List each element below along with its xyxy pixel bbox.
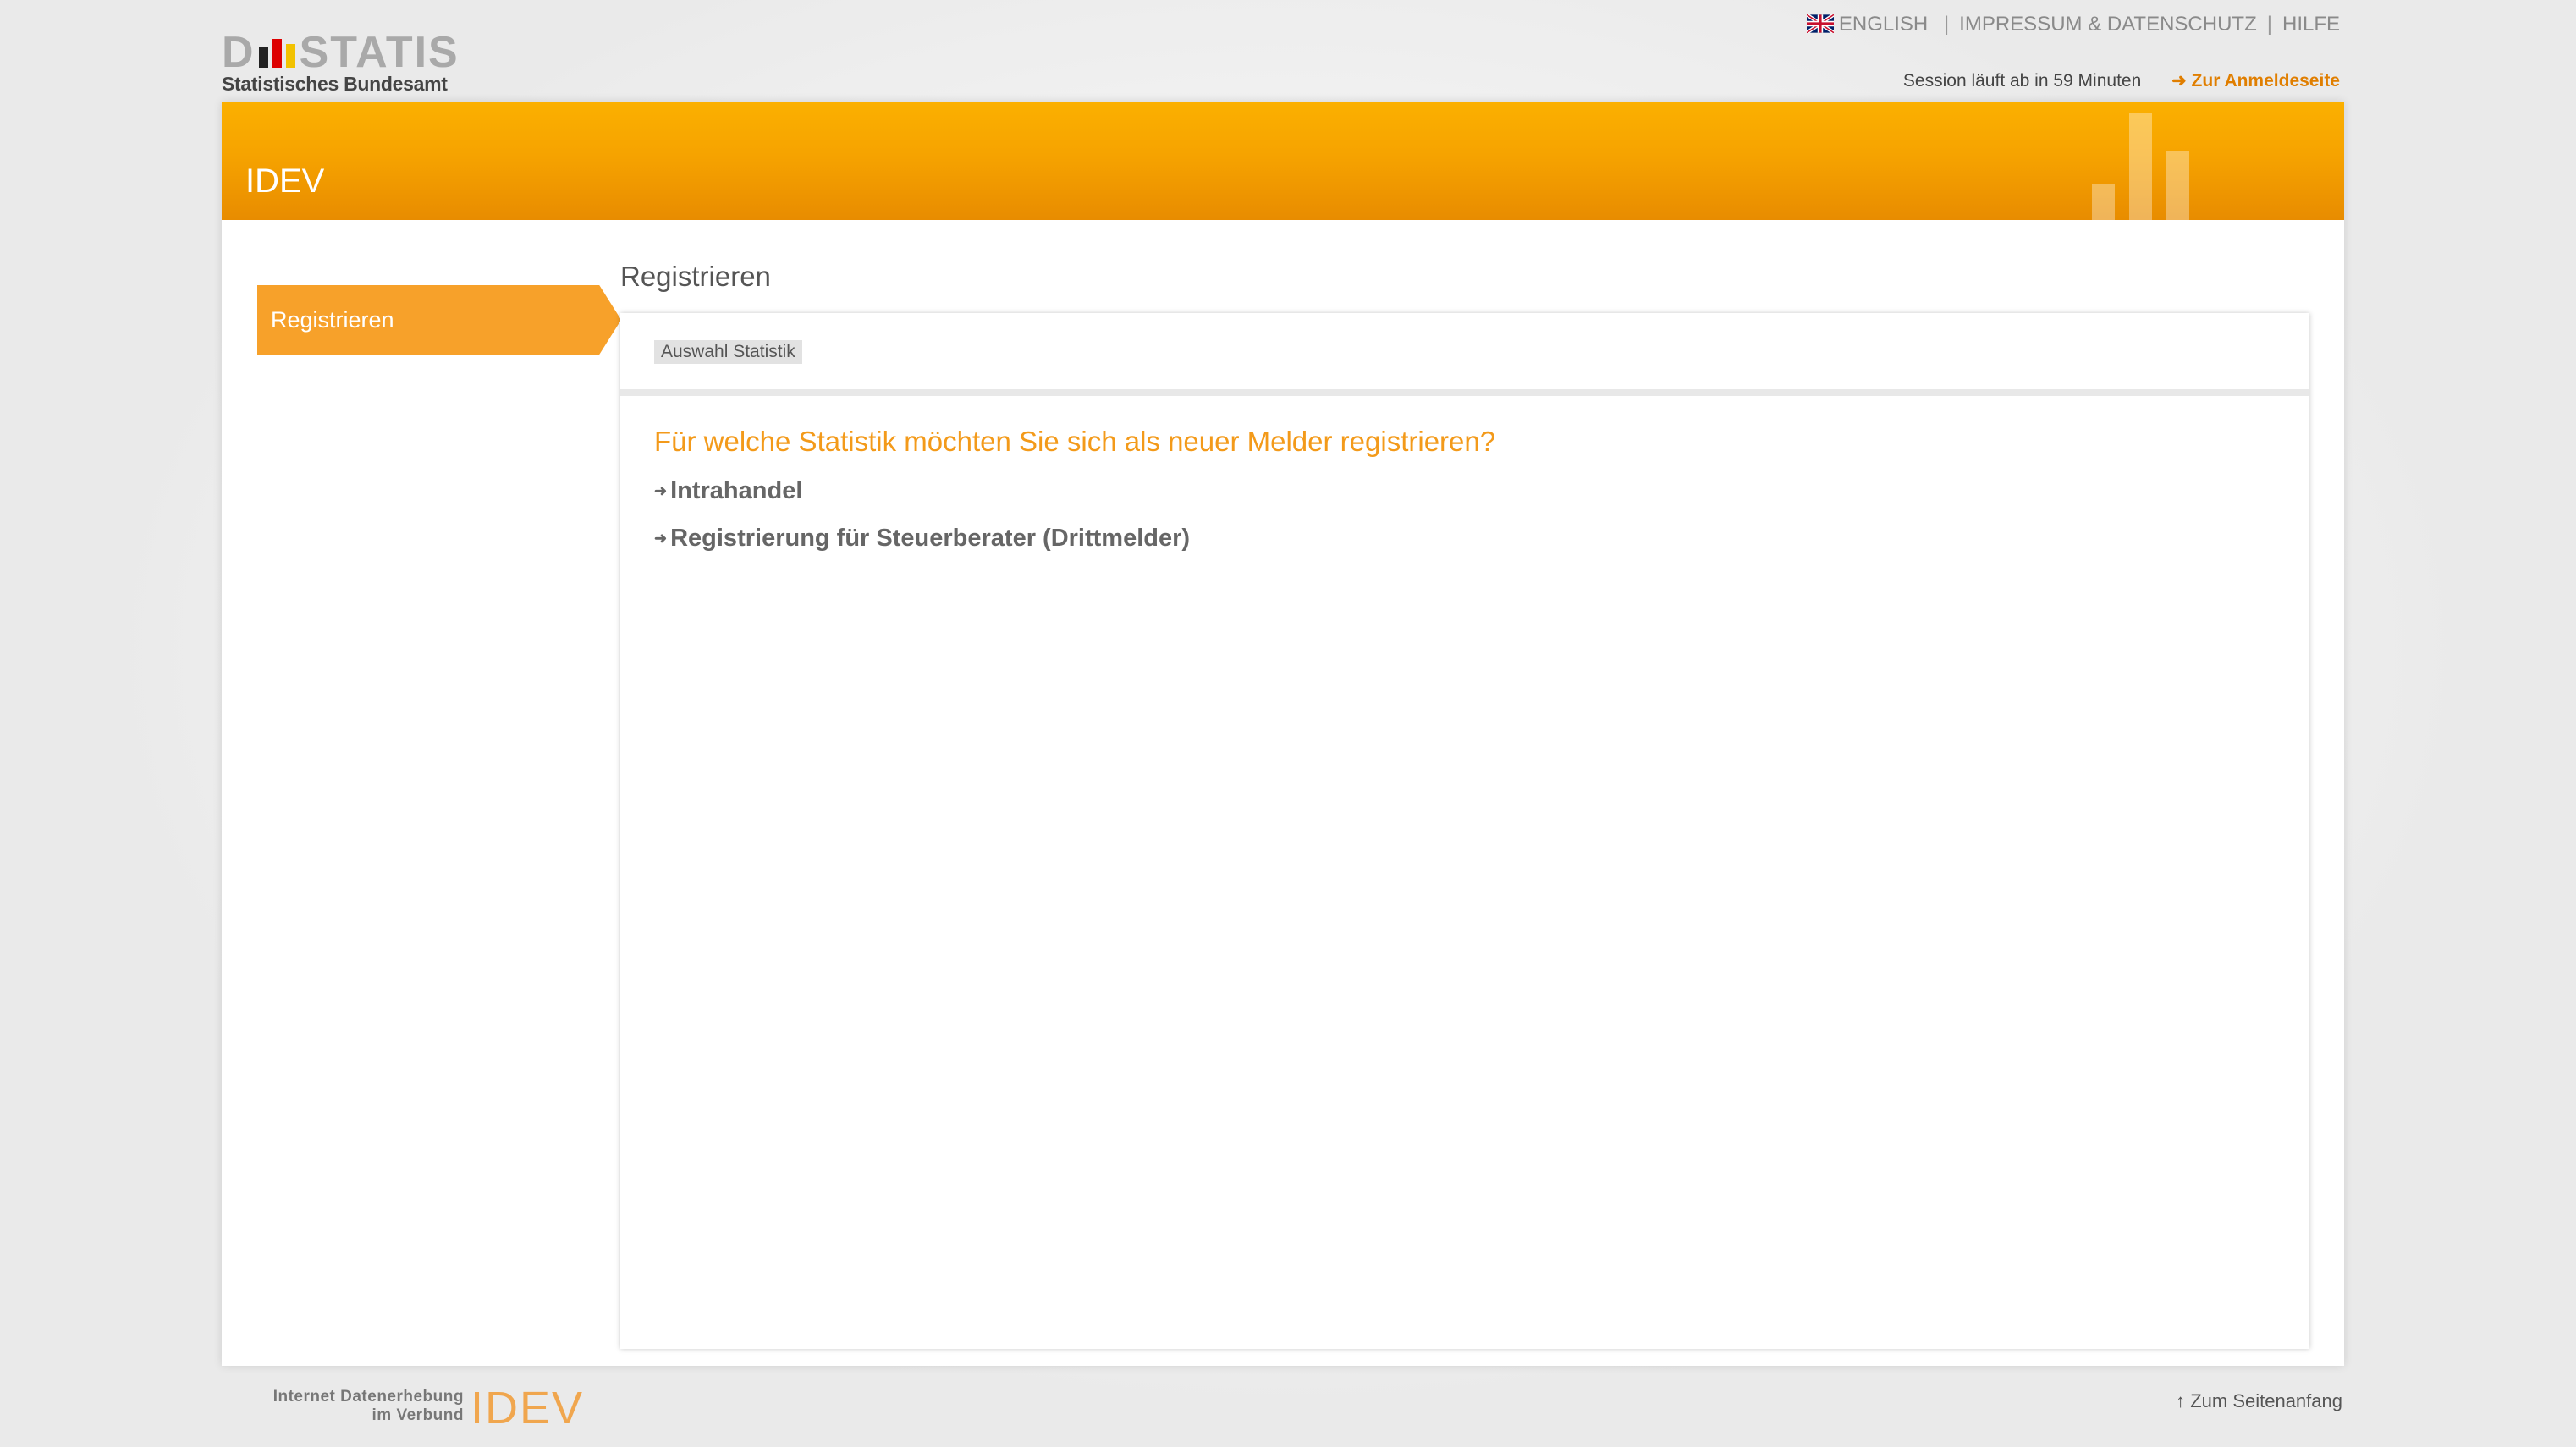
option-label: Intrahandel — [670, 477, 803, 504]
back-to-top-link[interactable]: ↑ Zum Seitenanfang — [2176, 1390, 2342, 1412]
footer-tagline: Internet Datenerhebung im Verbund — [261, 1388, 464, 1425]
english-link-label: ENGLISH — [1838, 13, 1929, 36]
content-panel: Auswahl Statistik Für welche Statistik m… — [620, 313, 2309, 1349]
question-heading: Für welche Statistik möchten Sie sich al… — [654, 426, 1496, 457]
option-steuerberater[interactable]: ➜ Registrierung für Steuerberater (Drittm… — [654, 523, 1190, 553]
arrow-right-icon: ➜ — [654, 530, 668, 547]
destatis-logo[interactable]: D STATIS Statistisches Bundesamt — [222, 29, 459, 102]
bar-chart-icon — [2092, 110, 2192, 220]
arrow-right-icon: ➜ — [654, 482, 668, 499]
session-timer: Session läuft ab in 59 Minuten — [1902, 71, 2142, 91]
banner: IDEV — [222, 102, 2344, 220]
footer-tagline-line2: im Verbund — [372, 1406, 464, 1424]
english-link[interactable]: ENGLISH — [1806, 13, 1934, 36]
option-label: Registrierung für Steuerberater (Drittme… — [670, 525, 1191, 552]
logo-bars-icon — [257, 34, 298, 68]
breadcrumb: Auswahl Statistik — [620, 313, 2309, 396]
separator: | — [2266, 13, 2272, 36]
banner-title: IDEV — [245, 162, 325, 200]
top-links: ENGLISH | IMPRESSUM & DATENSCHUTZ | HILFE — [1806, 12, 2340, 37]
login-page-link[interactable]: ➜ Zur Anmeldeseite — [2171, 71, 2340, 91]
logo-wordmark: D STATIS — [222, 28, 460, 77]
separator: | — [1943, 13, 1950, 36]
footer-tagline-line1: Internet Datenerhebung — [272, 1388, 464, 1406]
logo-subtitle: Statistisches Bundesamt — [222, 73, 448, 95]
footer-idev-logo: Internet Datenerhebung im Verbund IDEV — [261, 1384, 599, 1432]
footer-idev-wordmark: IDEV — [471, 1383, 585, 1433]
sidebar-item-registrieren[interactable]: Registrieren — [257, 285, 621, 355]
main-frame: IDEV Registrieren Registrieren Auswahl S… — [222, 102, 2344, 1366]
help-link[interactable]: HILFE — [2282, 13, 2340, 36]
page-title: Registrieren — [620, 261, 771, 292]
impressum-link[interactable]: IMPRESSUM & DATENSCHUTZ — [1959, 13, 2257, 36]
breadcrumb-item-auswahl-statistik[interactable]: Auswahl Statistik — [654, 340, 802, 364]
option-intrahandel[interactable]: ➜ Intrahandel — [654, 476, 802, 506]
uk-flag-icon — [1806, 14, 1834, 33]
session-info: Session läuft ab in 59 Minuten ➜ Zur Anm… — [1903, 69, 2340, 93]
